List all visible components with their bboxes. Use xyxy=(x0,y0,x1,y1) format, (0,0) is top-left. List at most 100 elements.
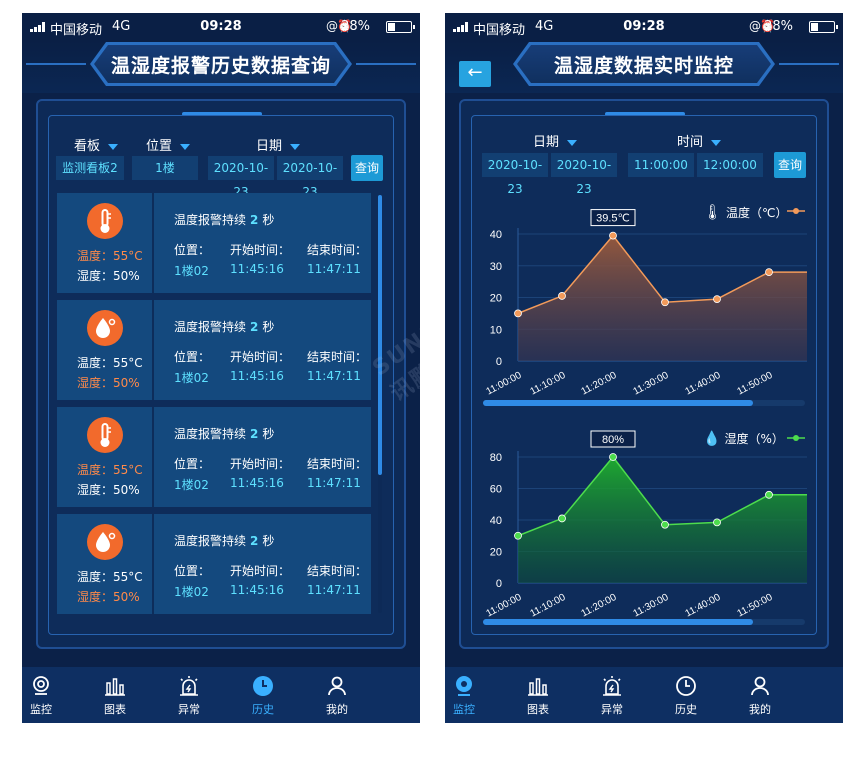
date-filter[interactable]: 日期 xyxy=(256,135,301,154)
alarm-icon xyxy=(159,675,219,697)
record-humidity: 湿度：50% xyxy=(77,376,140,390)
title-bar: 温湿度报警历史数据查询 xyxy=(22,41,420,93)
nav-tab-chart[interactable]: 图表 xyxy=(508,675,568,717)
date-end-input[interactable]: 2020-10-23 xyxy=(277,156,343,199)
water-drop-icon xyxy=(87,310,123,346)
board-select[interactable]: 监测看板2 xyxy=(56,156,124,180)
alarm-record-card[interactable]: 温度：55°C 湿度：50% 温度报警持续 2 秒位置： 开始时间： 结束时间： 1楼02 11… xyxy=(57,514,371,614)
title-wing-right xyxy=(356,63,416,65)
nav-tab-history[interactable]: 历史 xyxy=(233,675,293,717)
record-temperature: 温度：55°C xyxy=(77,356,143,370)
record-humidity: 湿度：50% xyxy=(77,483,140,497)
record-summary: 温度：55°C 湿度：50% xyxy=(57,193,152,293)
location-key: 位置： xyxy=(174,457,211,471)
bottom-nav: 监控 图表 异常 历史 我的 xyxy=(22,667,420,723)
title-wing-left xyxy=(26,63,86,65)
nav-tab-label: 图表 xyxy=(104,703,126,716)
location-filter-label: 位置 xyxy=(146,139,173,154)
alarm-duration: 温度报警持续 2 秒 xyxy=(174,318,274,335)
chevron-down-icon xyxy=(180,143,191,150)
end-time-value: 11:47:11 xyxy=(307,262,361,276)
end-time-value: 11:47:11 xyxy=(307,583,361,597)
nav-tab-label: 异常 xyxy=(601,703,623,716)
bottom-nav: 监控 图表 异常 历史 我的 xyxy=(445,667,843,723)
x-tick-label: 11:40:00 xyxy=(684,370,723,398)
alarm-duration-value: 2 xyxy=(250,534,259,548)
alarm-duration: 温度报警持续 2 秒 xyxy=(174,211,274,228)
data-point xyxy=(514,309,522,318)
alarm-record-card[interactable]: 温度：55°C 湿度：50% 温度报警持续 2 秒位置： 开始时间： 结束时间： 1楼02 11… xyxy=(57,407,371,507)
nav-tab-user[interactable]: 我的 xyxy=(730,675,790,717)
board-filter[interactable]: 看板 xyxy=(74,135,119,154)
monitor-icon xyxy=(22,675,71,697)
temperature-legend: 🌡 温度（℃） xyxy=(703,203,788,221)
battery-icon xyxy=(386,21,415,33)
location-filter[interactable]: 位置 xyxy=(146,135,191,154)
water-drop-icon: 💧 xyxy=(703,431,721,447)
history-icon xyxy=(656,675,716,697)
data-point xyxy=(661,298,669,307)
query-button[interactable]: 查询 xyxy=(351,155,383,181)
nav-tab-alarm[interactable]: 异常 xyxy=(159,675,219,717)
nav-tab-chart[interactable]: 图表 xyxy=(85,675,145,717)
start-time-key: 开始时间： xyxy=(230,350,291,364)
date-filter-label: 日期 xyxy=(256,139,283,154)
scrollbar-thumb[interactable] xyxy=(378,195,382,475)
nav-tab-label: 历史 xyxy=(675,703,697,716)
y-tick-label: 40 xyxy=(490,229,502,241)
location-value: 1楼02 xyxy=(174,585,209,599)
end-time-key: 结束时间： xyxy=(307,350,368,364)
alarm-duration: 温度报警持续 2 秒 xyxy=(174,532,274,549)
x-tick-label: 11:10:00 xyxy=(529,592,568,620)
nav-tab-history[interactable]: 历史 xyxy=(656,675,716,717)
data-point xyxy=(765,268,773,277)
data-point xyxy=(713,518,721,527)
chart-icon xyxy=(508,675,568,697)
record-temperature: 温度：55°C xyxy=(77,570,143,584)
record-temperature: 温度：55°C xyxy=(77,463,143,477)
temperature-progress-fill[interactable] xyxy=(483,400,753,406)
alarm-duration-unit: 秒 xyxy=(262,320,275,334)
date-start-input[interactable]: 2020-10-23 xyxy=(208,156,274,199)
record-summary: 温度：55°C 湿度：50% xyxy=(57,514,152,614)
alarm-duration-unit: 秒 xyxy=(262,427,275,441)
alarm-duration-value: 2 xyxy=(250,427,259,441)
history-icon xyxy=(233,675,293,697)
nav-tab-monitor[interactable]: 监控 xyxy=(445,675,494,717)
chevron-down-icon xyxy=(108,143,119,150)
alarm-record-card[interactable]: 温度：55°C 湿度：50% 温度报警持续 2 秒位置： 开始时间： 结束时间： 1楼02 11… xyxy=(57,300,371,400)
data-point xyxy=(713,295,721,303)
user-icon xyxy=(730,675,790,697)
legend-swatch-dot xyxy=(793,435,799,441)
x-tick-label: 11:10:00 xyxy=(529,370,568,398)
y-tick-label: 30 xyxy=(490,261,502,273)
nav-tab-label: 异常 xyxy=(178,703,200,716)
location-value: 1楼02 xyxy=(174,371,209,385)
water-drop-icon xyxy=(87,524,123,560)
start-time-key: 开始时间： xyxy=(230,564,291,578)
location-key: 位置： xyxy=(174,350,211,364)
nav-tab-alarm[interactable]: 异常 xyxy=(582,675,642,717)
thermometer-icon xyxy=(87,203,123,239)
end-time-key: 结束时间： xyxy=(307,243,368,257)
alarm-record-card[interactable]: 温度：55°C 湿度：50% 温度报警持续 2 秒位置： 开始时间： 结束时间： 1楼02 11… xyxy=(57,193,371,293)
location-select[interactable]: 1楼 xyxy=(132,156,198,180)
y-tick-label: 10 xyxy=(490,324,502,336)
nav-tab-monitor[interactable]: 监控 xyxy=(22,675,71,717)
nav-tab-label: 我的 xyxy=(749,703,771,716)
alarm-duration-unit: 秒 xyxy=(262,534,275,548)
start-time-value: 11:45:16 xyxy=(230,583,284,597)
charts-canvas: 01020304039.5℃11:00:00 11:10:00 11:20:00 11… xyxy=(485,208,807,620)
start-time-value: 11:45:16 xyxy=(230,476,284,490)
title-plate: 温湿度报警历史数据查询 xyxy=(94,45,348,83)
nav-tab-user[interactable]: 我的 xyxy=(307,675,367,717)
humidity-progress-fill[interactable] xyxy=(483,619,753,625)
history-screen: 中国移动 4G 09:28 @ ⏰ 28% 温湿度报警历史数据查询 看板 位置 … xyxy=(22,13,420,723)
y-tick-label: 60 xyxy=(490,484,502,496)
y-tick-label: 80 xyxy=(490,452,502,464)
end-time-key: 结束时间： xyxy=(307,457,368,471)
legend-swatch-dot xyxy=(793,208,799,214)
x-tick-label: 11:40:00 xyxy=(684,592,723,620)
x-tick-label: 11:00:00 xyxy=(485,370,524,398)
x-tick-label: 11:20:00 xyxy=(580,370,619,398)
